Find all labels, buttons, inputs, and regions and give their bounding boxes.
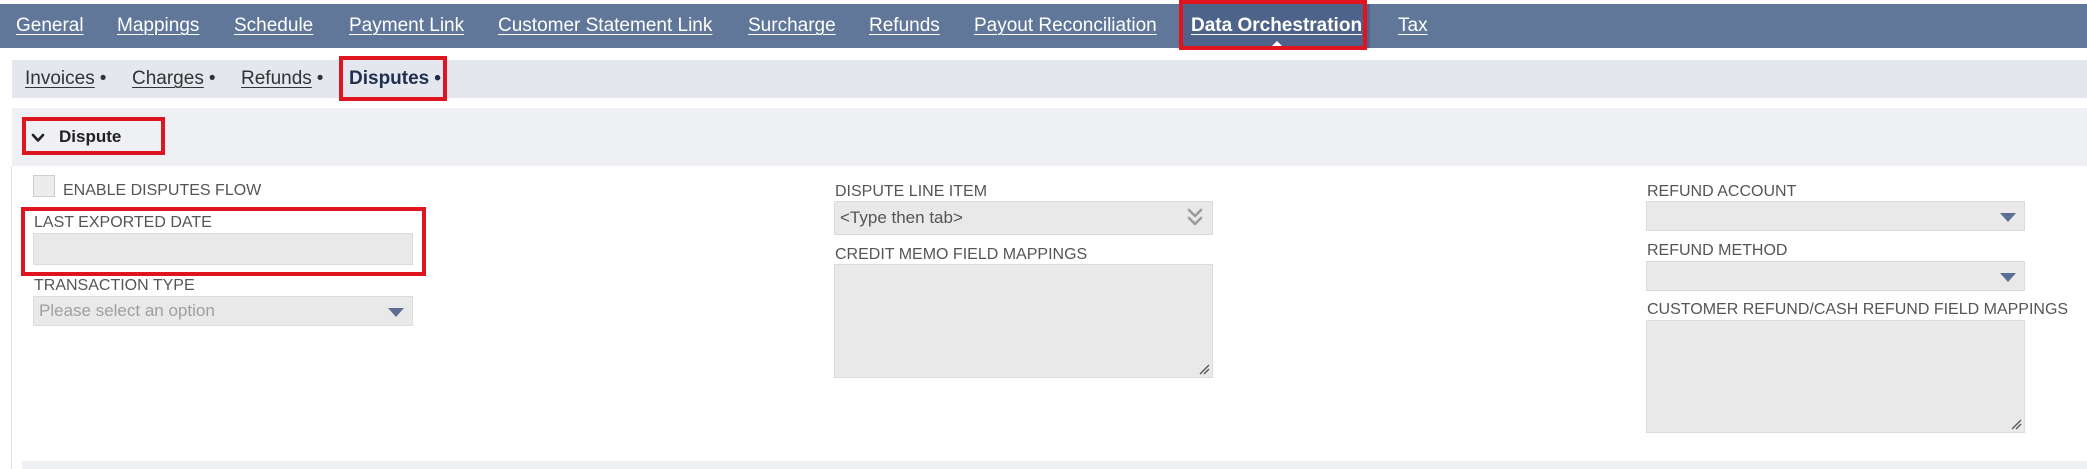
- tab-schedule[interactable]: Schedule: [234, 4, 313, 48]
- subtab-invoices-label: Invoices: [25, 68, 95, 89]
- caret-down-icon: [2000, 213, 2016, 222]
- tab-customer-statement-link[interactable]: Customer Statement Link: [498, 4, 712, 48]
- subtab-refunds[interactable]: Refunds •: [241, 60, 323, 98]
- last-exported-date-label: LAST EXPORTED DATE: [34, 214, 212, 231]
- tab-payment-link[interactable]: Payment Link: [349, 4, 464, 48]
- enable-disputes-flow-checkbox[interactable]: [33, 175, 55, 197]
- dispute-section-header: [12, 108, 2087, 166]
- refund-method-select[interactable]: [1646, 261, 2025, 291]
- tab-general[interactable]: General: [16, 4, 84, 48]
- subtab-marker: •: [99, 68, 107, 89]
- resize-grip-icon[interactable]: [2010, 418, 2022, 430]
- subtab-marker: •: [434, 68, 441, 89]
- subtab-disputes-label: Disputes: [349, 68, 430, 89]
- dispute-section-title: Dispute: [59, 127, 122, 146]
- refund-method-label: REFUND METHOD: [1647, 242, 1788, 259]
- transaction-type-placeholder: Please select an option: [39, 301, 215, 320]
- credit-memo-field-mappings-label: CREDIT MEMO FIELD MAPPINGS: [835, 246, 1088, 263]
- caret-down-icon: [388, 308, 404, 317]
- last-exported-date-input[interactable]: [33, 233, 413, 265]
- tab-surcharge[interactable]: Surcharge: [748, 4, 836, 48]
- dispute-section-toggle[interactable]: Dispute: [31, 122, 121, 152]
- subtab-marker: •: [316, 68, 324, 89]
- transaction-type-select[interactable]: Please select an option: [33, 296, 413, 326]
- refund-account-select[interactable]: [1646, 201, 2025, 231]
- sub-tab-bar: Invoices • Charges • Refunds • Disputes •: [12, 60, 2087, 98]
- next-section-header: [22, 461, 2087, 469]
- section-border: [11, 166, 12, 469]
- subtab-charges-label: Charges: [132, 68, 204, 89]
- tab-payout-reconciliation[interactable]: Payout Reconciliation: [974, 4, 1157, 48]
- customer-refund-mappings-label: CUSTOMER REFUND/CASH REFUND FIELD MAPPIN…: [1647, 301, 2069, 318]
- transaction-type-label: TRANSACTION TYPE: [34, 277, 195, 294]
- resize-grip-icon[interactable]: [1198, 363, 1210, 375]
- tab-mappings[interactable]: Mappings: [117, 4, 199, 48]
- subtab-refunds-label: Refunds: [241, 68, 312, 89]
- top-tab-bar: General Mappings Schedule Payment Link C…: [0, 4, 2087, 48]
- double-chevron-down-icon[interactable]: [1186, 207, 1204, 229]
- customer-refund-mappings-textarea[interactable]: [1646, 320, 2025, 433]
- subtab-charges[interactable]: Charges •: [132, 60, 215, 98]
- credit-memo-field-mappings-textarea[interactable]: [834, 264, 1213, 378]
- refund-account-label: REFUND ACCOUNT: [1647, 183, 1797, 200]
- tab-refunds[interactable]: Refunds: [869, 4, 940, 48]
- subtab-invoices[interactable]: Invoices •: [25, 60, 106, 98]
- dispute-line-item-input[interactable]: <Type then tab>: [834, 201, 1213, 235]
- subtab-marker: •: [208, 68, 216, 89]
- caret-down-icon: [2000, 273, 2016, 282]
- subtab-disputes[interactable]: Disputes •: [349, 60, 441, 98]
- tab-tax[interactable]: Tax: [1398, 4, 1428, 48]
- tab-data-orchestration[interactable]: Data Orchestration: [1183, 4, 1371, 48]
- enable-disputes-flow-label: ENABLE DISPUTES FLOW: [63, 182, 262, 199]
- dispute-line-item-value: <Type then tab>: [840, 208, 963, 227]
- chevron-down-icon: [31, 133, 45, 142]
- dispute-line-item-label: DISPUTE LINE ITEM: [835, 183, 988, 200]
